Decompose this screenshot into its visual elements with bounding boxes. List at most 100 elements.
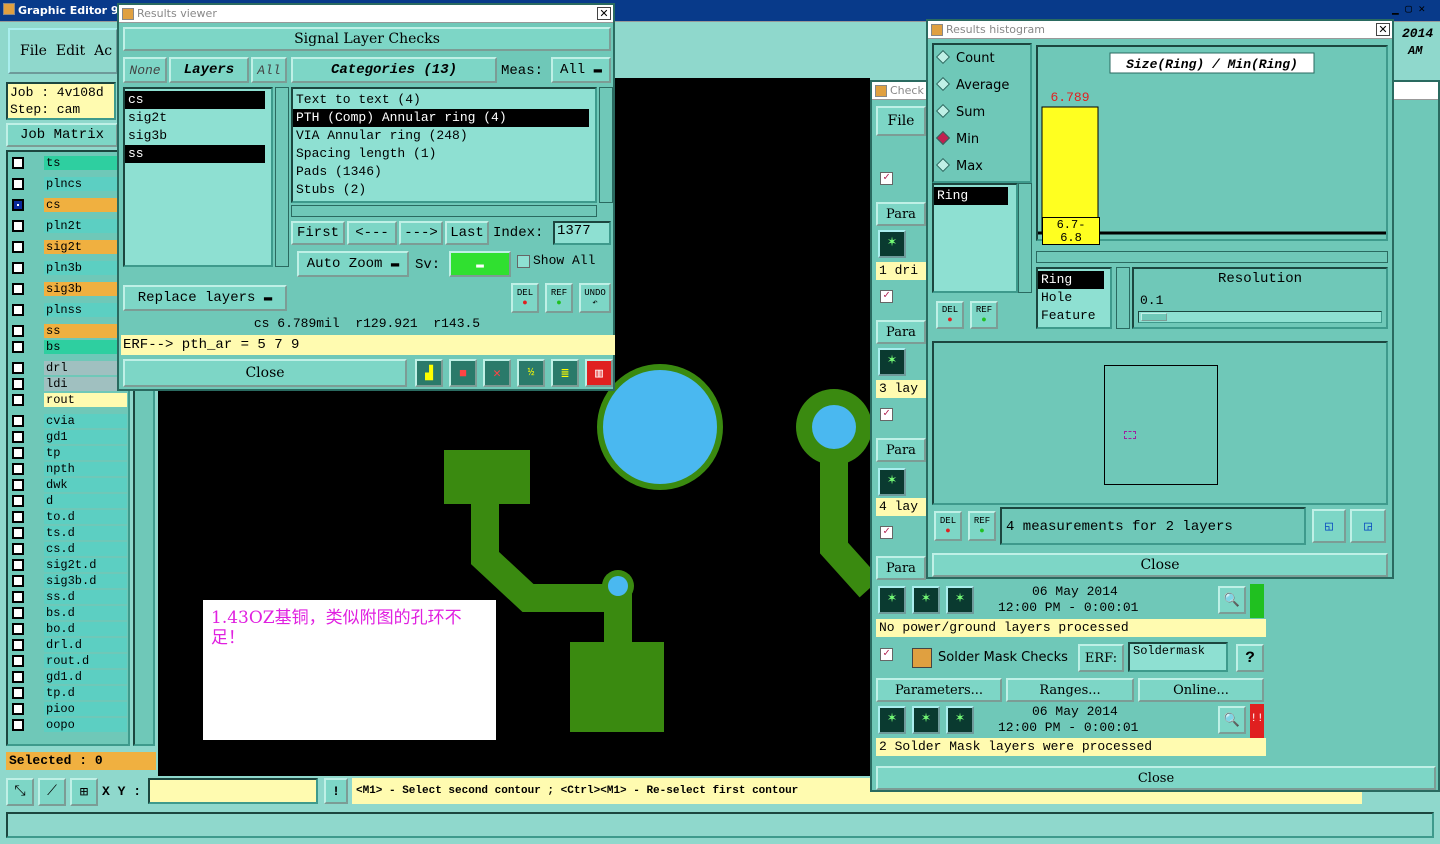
layer-row[interactable]: to.d	[12, 510, 127, 524]
hist-next-icon[interactable]: ◲	[1350, 509, 1386, 543]
list-item[interactable]: Hole	[1038, 289, 1110, 307]
hist-ref-button-2[interactable]: REF ●	[968, 511, 996, 541]
online-button[interactable]: Online...	[1138, 678, 1264, 702]
layer-toggle[interactable]	[12, 703, 24, 715]
layer-toggle[interactable]	[12, 655, 24, 667]
run-icon-5a[interactable]: ✶	[878, 706, 906, 734]
run-icon-2[interactable]: ✶	[878, 348, 906, 376]
layer-toggle[interactable]	[12, 639, 24, 651]
layer-toggle[interactable]	[12, 479, 24, 491]
first-button[interactable]: First	[291, 221, 345, 245]
layer-row[interactable]: rout.d	[12, 654, 127, 668]
layer-row[interactable]: ss.d	[12, 590, 127, 604]
job-matrix-button[interactable]: Job Matrix	[6, 123, 118, 147]
auto-zoom-dropdown[interactable]: Auto Zoom ▬	[297, 251, 409, 277]
layer-toggle[interactable]	[12, 283, 24, 295]
layer-row[interactable]: tp	[12, 446, 127, 460]
para-button-4[interactable]: Para	[876, 556, 926, 580]
histogram-bar[interactable]	[1041, 106, 1099, 232]
list-item[interactable]: Pads (1346)	[293, 163, 595, 181]
sv-color-dropdown[interactable]: ▬	[449, 251, 511, 277]
layer-toggle[interactable]	[12, 719, 24, 731]
layer-row[interactable]: rout	[12, 393, 127, 407]
list-item[interactable]: sig3b	[125, 127, 271, 145]
layer-row[interactable]: ss	[12, 324, 127, 338]
layer-toggle[interactable]	[12, 463, 24, 475]
check-box-1[interactable]: ✓	[880, 172, 893, 185]
layer-toggle[interactable]	[12, 607, 24, 619]
categories-button[interactable]: Categories (13)	[291, 57, 497, 83]
run-icon-5b[interactable]: ✶	[912, 706, 940, 734]
list-item[interactable]: Stubs (2)	[293, 181, 595, 199]
layer-toggle[interactable]	[12, 591, 24, 603]
layer-row[interactable]: npth	[12, 462, 127, 476]
layer-row[interactable]: cs	[12, 198, 127, 212]
histogram-close-button[interactable]: Close	[932, 553, 1388, 577]
layer-row[interactable]: bo.d	[12, 622, 127, 636]
layer-toggle[interactable]	[12, 575, 24, 587]
layer-row[interactable]: tp.d	[12, 686, 127, 700]
layer-row[interactable]: cs.d	[12, 542, 127, 556]
solder-check-box[interactable]: ✓	[880, 648, 893, 661]
layer-row[interactable]: gd1	[12, 430, 127, 444]
prev-button[interactable]: <---	[347, 221, 397, 245]
layer-toggle[interactable]	[12, 378, 24, 390]
erf-select[interactable]: Soldermask	[1128, 642, 1228, 672]
category-hscroll[interactable]	[291, 205, 597, 217]
close-icon[interactable]: ✕	[1376, 23, 1390, 36]
show-all-checkbox[interactable]	[517, 255, 530, 268]
check-box-4[interactable]: ✓	[880, 526, 893, 539]
report-icon[interactable]: ≣	[551, 359, 579, 387]
layer-listbox[interactable]: cs sig2t sig3b ss	[123, 87, 273, 267]
option-average[interactable]: Average	[935, 76, 1026, 105]
layer-toggle[interactable]	[12, 447, 24, 459]
layer-toggle[interactable]	[12, 431, 24, 443]
zoom-icon-1[interactable]: 🔍	[1218, 586, 1246, 614]
layer-toggle[interactable]	[12, 220, 24, 232]
layer-row[interactable]: cvia	[12, 414, 127, 428]
layer-row[interactable]: ts	[12, 156, 127, 170]
layer-toggle[interactable]	[12, 687, 24, 699]
help-button[interactable]: ?	[1236, 644, 1264, 672]
zoom-icon-2[interactable]: 🔍	[1218, 706, 1246, 734]
layer-row[interactable]: ldi	[12, 377, 127, 391]
layers-button[interactable]: Layers	[169, 57, 249, 83]
layer-toggle[interactable]	[12, 495, 24, 507]
layer-row[interactable]: drl.d	[12, 638, 127, 652]
layer-row[interactable]: d	[12, 494, 127, 508]
list-item[interactable]: Ring	[1038, 271, 1104, 289]
checks-menu-file[interactable]: File	[876, 106, 926, 136]
hist-prev-icon[interactable]: ◱	[1312, 509, 1346, 543]
layer-toggle[interactable]	[12, 178, 24, 190]
check-box-2[interactable]: ✓	[880, 290, 893, 303]
resolution-slider[interactable]	[1138, 311, 1382, 323]
layer-toggle[interactable]	[12, 415, 24, 427]
option-max[interactable]: Max	[935, 157, 1026, 186]
para-button-1[interactable]: Para	[876, 202, 926, 226]
histogram-hscroll[interactable]	[1036, 251, 1388, 263]
list-item[interactable]: PTH (Comp) Annular ring (4)	[293, 109, 589, 127]
layer-toggle[interactable]	[12, 325, 24, 337]
para-button-3[interactable]: Para	[876, 438, 926, 462]
run-icon-1[interactable]: ✶	[878, 230, 906, 258]
layer-toggle[interactable]	[12, 559, 24, 571]
layer-toggle[interactable]	[12, 262, 24, 274]
hist-del-button[interactable]: DEL ●	[936, 301, 964, 329]
run-icon-5c[interactable]: ✶	[946, 706, 974, 734]
layer-row[interactable]: pln2t	[12, 219, 127, 233]
run-icon-3[interactable]: ✶	[878, 468, 906, 496]
layer-toggle[interactable]	[12, 511, 24, 523]
para-button-2[interactable]: Para	[876, 320, 926, 344]
layer-toggle[interactable]	[12, 157, 24, 169]
layer-row[interactable]: plnss	[12, 303, 127, 317]
ranges-button[interactable]: Ranges...	[1006, 678, 1134, 702]
layer-row[interactable]: pioo	[12, 702, 127, 716]
list-item[interactable]: VIA Annular ring (248)	[293, 127, 595, 145]
menu-file[interactable]: File Edit Ac	[8, 28, 118, 74]
list-item[interactable]: Text to text (4)	[293, 91, 595, 109]
ring-hole-list[interactable]: Ring Hole Feature	[1036, 267, 1112, 329]
hist-ref-button[interactable]: REF ●	[970, 301, 998, 329]
list-item[interactable]: cs	[125, 91, 265, 109]
tool-zoom-icon[interactable]: ⤡	[6, 778, 34, 806]
layer-row[interactable]: sig3b.d	[12, 574, 127, 588]
